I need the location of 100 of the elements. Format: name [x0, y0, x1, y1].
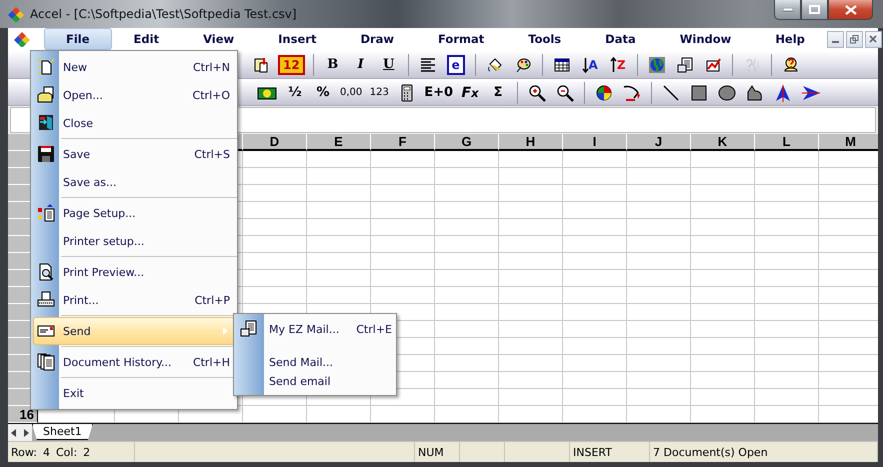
spreadsheet-cell[interactable] [371, 219, 435, 236]
scroll-left-icon[interactable] [10, 428, 18, 436]
spreadsheet-cell[interactable] [563, 185, 627, 202]
spreadsheet-cell[interactable] [563, 168, 627, 185]
spreadsheet-cell[interactable] [627, 389, 691, 406]
spreadsheet-cell[interactable] [435, 287, 499, 304]
spreadsheet-cell[interactable] [435, 304, 499, 321]
spreadsheet-cell[interactable] [627, 202, 691, 219]
spreadsheet-cell[interactable] [627, 219, 691, 236]
menu-item[interactable]: Format [416, 28, 506, 50]
spreadsheet-cell[interactable] [627, 304, 691, 321]
spreadsheet-cell[interactable] [307, 287, 371, 304]
spreadsheet-cell[interactable] [499, 202, 563, 219]
menu-item[interactable]: Window [658, 28, 754, 50]
spreadsheet-cell[interactable] [627, 253, 691, 270]
spreadsheet-cell[interactable] [307, 236, 371, 253]
spreadsheet-cell[interactable] [691, 168, 755, 185]
spreadsheet-cell[interactable] [563, 372, 627, 389]
spreadsheet-cell[interactable] [435, 219, 499, 236]
menu-item[interactable]: Data [583, 28, 658, 50]
spreadsheet-cell[interactable] [307, 185, 371, 202]
menu-item[interactable]: Print... Ctrl+P [33, 286, 235, 314]
spreadsheet-cell[interactable] [691, 389, 755, 406]
spreadsheet-cell[interactable] [435, 168, 499, 185]
format-button[interactable]: E+0 [421, 82, 456, 104]
menu-item[interactable]: Draw [338, 28, 416, 50]
menu-item[interactable]: My EZ Mail... Ctrl+E [234, 315, 396, 343]
menu-item[interactable]: Send email [234, 372, 396, 391]
spreadsheet-cell[interactable] [499, 389, 563, 406]
format-button[interactable]: 0,00 [337, 82, 366, 104]
spreadsheet-cell[interactable] [371, 287, 435, 304]
spreadsheet-cell[interactable] [755, 321, 819, 338]
spreadsheet-cell[interactable] [691, 287, 755, 304]
menu-item[interactable]: Help [753, 28, 827, 50]
spreadsheet-cell[interactable] [691, 151, 755, 168]
spreadsheet-cell[interactable] [307, 219, 371, 236]
spreadsheet-cell[interactable] [691, 338, 755, 355]
spreadsheet-cell[interactable] [435, 236, 499, 253]
spreadsheet-cell[interactable] [499, 168, 563, 185]
underline-button[interactable]: U [374, 54, 403, 76]
spreadsheet-cell[interactable] [627, 151, 691, 168]
spreadsheet-cell[interactable] [563, 253, 627, 270]
spreadsheet-cell[interactable] [371, 202, 435, 219]
spreadsheet-cell[interactable] [243, 168, 307, 185]
spreadsheet-cell[interactable] [499, 372, 563, 389]
sort-button[interactable]: A [576, 54, 604, 76]
spreadsheet-cell[interactable] [755, 355, 819, 372]
minimize-button[interactable] [826, 30, 844, 48]
menu-item[interactable]: Send Mail... [234, 353, 396, 372]
spreadsheet-cell[interactable] [243, 287, 307, 304]
menu-item[interactable]: File [44, 28, 112, 50]
spreadsheet-cell[interactable] [435, 253, 499, 270]
spreadsheet-cell[interactable] [691, 270, 755, 287]
spreadsheet-cell[interactable] [627, 338, 691, 355]
spreadsheet-cell[interactable] [755, 304, 819, 321]
menu-item[interactable]: Document History... Ctrl+H [33, 348, 235, 376]
spreadsheet-cell[interactable] [627, 355, 691, 372]
spreadsheet-cell[interactable] [307, 151, 371, 168]
close-button[interactable] [828, 0, 873, 20]
menu-item[interactable]: Exit [33, 379, 235, 407]
maximize-button[interactable] [801, 0, 828, 20]
spreadsheet-cell[interactable] [691, 355, 755, 372]
column-header[interactable]: J [627, 134, 691, 151]
menu-item[interactable]: Insert [256, 28, 338, 50]
spreadsheet-cell[interactable] [627, 287, 691, 304]
spreadsheet-cell[interactable] [563, 270, 627, 287]
spreadsheet-cell[interactable] [499, 338, 563, 355]
spreadsheet-cell[interactable] [243, 185, 307, 202]
sheet-tab[interactable]: Sheet1 [32, 424, 93, 440]
spreadsheet-cell[interactable] [435, 321, 499, 338]
menu-item[interactable]: Printer setup... [33, 227, 235, 255]
menu-item[interactable]: Save as... [33, 168, 235, 196]
menu-item[interactable]: Save Ctrl+S [33, 140, 235, 168]
spreadsheet-cell[interactable] [243, 151, 307, 168]
column-header[interactable]: D [243, 134, 307, 151]
menu-item[interactable]: Tools [506, 28, 584, 50]
spreadsheet-cell[interactable] [563, 355, 627, 372]
spreadsheet-cell[interactable] [563, 304, 627, 321]
spreadsheet-cell[interactable] [435, 202, 499, 219]
spreadsheet-cell[interactable] [691, 185, 755, 202]
column-header[interactable]: G [435, 134, 499, 151]
spreadsheet-cell[interactable] [627, 168, 691, 185]
column-header[interactable]: F [371, 134, 435, 151]
spreadsheet-cell[interactable] [243, 270, 307, 287]
spreadsheet-cell[interactable] [307, 253, 371, 270]
column-header[interactable]: K [691, 134, 755, 151]
spreadsheet-cell[interactable] [435, 185, 499, 202]
format-button[interactable]: 123 [365, 82, 394, 104]
format-button[interactable]: % [309, 82, 337, 104]
spreadsheet-cell[interactable] [563, 202, 627, 219]
spreadsheet-cell[interactable] [691, 253, 755, 270]
spreadsheet-cell[interactable] [435, 372, 499, 389]
spreadsheet-cell[interactable] [307, 168, 371, 185]
scroll-right-icon[interactable] [22, 428, 30, 436]
spreadsheet-cell[interactable] [499, 236, 563, 253]
spreadsheet-cell[interactable] [563, 236, 627, 253]
spreadsheet-cell[interactable] [371, 253, 435, 270]
spreadsheet-cell[interactable] [499, 321, 563, 338]
spreadsheet-cell[interactable] [563, 219, 627, 236]
spreadsheet-cell[interactable] [563, 389, 627, 406]
